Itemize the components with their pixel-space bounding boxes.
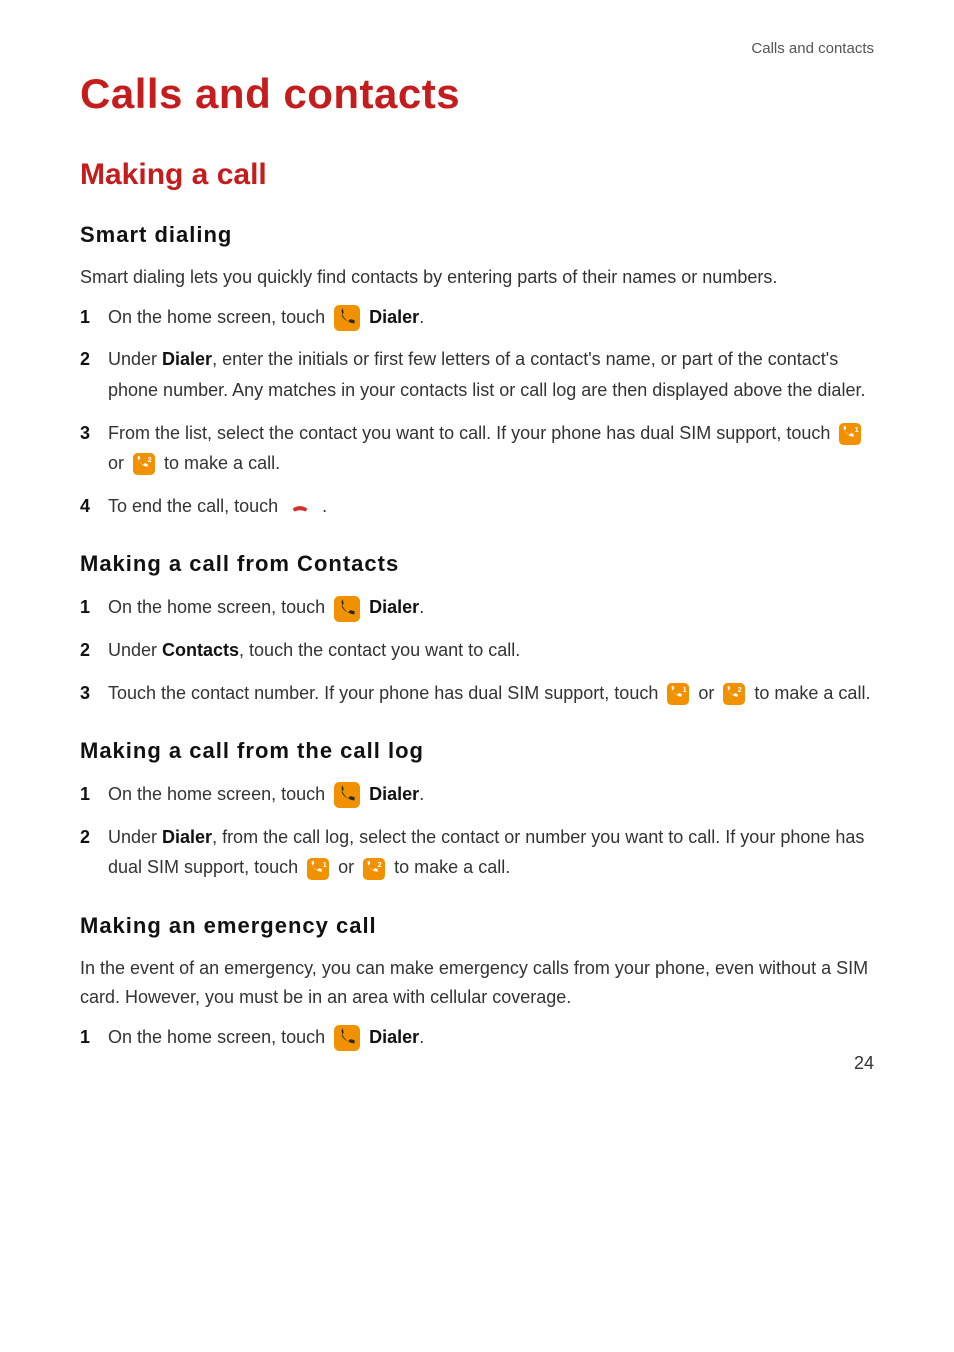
step-number: 1 bbox=[80, 302, 100, 333]
step-body: On the home screen, touch Dialer. bbox=[108, 592, 874, 623]
running-header: Calls and contacts bbox=[751, 40, 874, 57]
step-bold: Dialer bbox=[369, 1027, 419, 1047]
step-item: 1 On the home screen, touch Dialer. bbox=[80, 779, 874, 810]
step-text: . bbox=[419, 307, 424, 327]
phone-sim2-icon bbox=[363, 858, 385, 880]
heading-smart-dialing: Smart dialing bbox=[80, 222, 874, 248]
page-title: Calls and contacts bbox=[80, 70, 874, 118]
heading-emergency: Making an emergency call bbox=[80, 913, 874, 939]
step-text: or bbox=[108, 453, 129, 473]
step-item: 1 On the home screen, touch Dialer. bbox=[80, 592, 874, 623]
step-text: From the list, select the contact you wa… bbox=[108, 423, 835, 443]
step-bold: Dialer bbox=[369, 307, 419, 327]
dialer-icon bbox=[334, 596, 360, 622]
step-number: 4 bbox=[80, 491, 100, 522]
step-text: Under bbox=[108, 827, 162, 847]
step-body: Under Dialer, from the call log, select … bbox=[108, 822, 874, 883]
step-body: Touch the contact number. If your phone … bbox=[108, 678, 874, 709]
step-text: On the home screen, touch bbox=[108, 784, 330, 804]
step-number: 1 bbox=[80, 1022, 100, 1053]
step-body: Under Dialer, enter the initials or firs… bbox=[108, 344, 874, 405]
step-item: 2 Under Dialer, enter the initials or fi… bbox=[80, 344, 874, 405]
step-text: . bbox=[419, 1027, 424, 1047]
step-number: 1 bbox=[80, 779, 100, 810]
step-item: 2 Under Contacts, touch the contact you … bbox=[80, 635, 874, 666]
step-body: On the home screen, touch Dialer. bbox=[108, 779, 874, 810]
step-text: On the home screen, touch bbox=[108, 1027, 330, 1047]
phone-sim1-icon bbox=[839, 423, 861, 445]
step-item: 1 On the home screen, touch Dialer. bbox=[80, 1022, 874, 1053]
step-text: or bbox=[698, 683, 719, 703]
step-bold: Dialer bbox=[162, 349, 212, 369]
step-text: On the home screen, touch bbox=[108, 307, 330, 327]
step-text: On the home screen, touch bbox=[108, 597, 330, 617]
step-text: to make a call. bbox=[394, 857, 510, 877]
dialer-icon bbox=[334, 782, 360, 808]
phone-sim1-icon bbox=[307, 858, 329, 880]
step-number: 2 bbox=[80, 635, 100, 666]
step-number: 1 bbox=[80, 592, 100, 623]
step-item: 2 Under Dialer, from the call log, selec… bbox=[80, 822, 874, 883]
step-text: to make a call. bbox=[164, 453, 280, 473]
step-number: 2 bbox=[80, 344, 100, 375]
dialer-icon bbox=[334, 305, 360, 331]
step-item: 1 On the home screen, touch Dialer. bbox=[80, 302, 874, 333]
step-text: To end the call, touch bbox=[108, 496, 283, 516]
step-item: 3 From the list, select the contact you … bbox=[80, 418, 874, 479]
phone-sim2-icon bbox=[723, 683, 745, 705]
step-body: On the home screen, touch Dialer. bbox=[108, 302, 874, 333]
step-body: On the home screen, touch Dialer. bbox=[108, 1022, 874, 1053]
end-call-icon bbox=[287, 496, 313, 518]
step-text: to make a call. bbox=[754, 683, 870, 703]
intro-emergency: In the event of an emergency, you can ma… bbox=[80, 954, 874, 1012]
step-text: , touch the contact you want to call. bbox=[239, 640, 520, 660]
intro-smart-dialing: Smart dialing lets you quickly find cont… bbox=[80, 263, 874, 292]
dialer-icon bbox=[334, 1025, 360, 1051]
step-text: , enter the initials or first few letter… bbox=[108, 349, 865, 400]
step-number: 3 bbox=[80, 678, 100, 709]
phone-sim1-icon bbox=[667, 683, 689, 705]
phone-sim2-icon bbox=[133, 453, 155, 475]
heading-from-log: Making a call from the call log bbox=[80, 738, 874, 764]
step-body: From the list, select the contact you wa… bbox=[108, 418, 874, 479]
step-item: 3 Touch the contact number. If your phon… bbox=[80, 678, 874, 709]
step-bold: Dialer bbox=[369, 597, 419, 617]
step-body: Under Contacts, touch the contact you wa… bbox=[108, 635, 874, 666]
step-text: or bbox=[338, 857, 359, 877]
step-text: . bbox=[419, 784, 424, 804]
step-text: Under bbox=[108, 349, 162, 369]
step-body: To end the call, touch . bbox=[108, 491, 874, 522]
step-bold: Dialer bbox=[369, 784, 419, 804]
step-text: Under bbox=[108, 640, 162, 660]
step-text: Touch the contact number. If your phone … bbox=[108, 683, 663, 703]
step-bold: Contacts bbox=[162, 640, 239, 660]
step-item: 4 To end the call, touch . bbox=[80, 491, 874, 522]
page-number: 24 bbox=[854, 1053, 874, 1074]
step-text: . bbox=[419, 597, 424, 617]
step-number: 2 bbox=[80, 822, 100, 853]
heading-from-contacts: Making a call from Contacts bbox=[80, 551, 874, 577]
step-bold: Dialer bbox=[162, 827, 212, 847]
step-number: 3 bbox=[80, 418, 100, 449]
step-text: . bbox=[322, 496, 327, 516]
section-title-making-call: Making a call bbox=[80, 158, 874, 192]
